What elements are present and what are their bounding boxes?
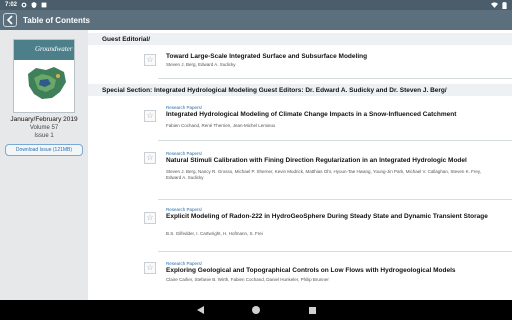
favorite-star-icon[interactable]: ☆ [144,262,156,274]
divider [158,140,512,141]
issue-number: Issue 1 [34,133,54,139]
home-circle-icon[interactable] [250,304,262,316]
article-authors: Steven J. Berg, Nancy R. Grosso, Michael… [166,169,482,180]
article-category-link[interactable]: Research Papers/ [166,261,202,266]
article-item[interactable]: ☆ Toward Large-Scale Integrated Surface … [88,47,512,77]
issue-sidebar: Groundwater January/February 2019 Volume… [0,30,88,300]
issue-volume: Volume 57 [29,125,59,131]
favorite-star-icon[interactable]: ☆ [144,54,156,66]
shield-icon [31,2,37,8]
divider [158,199,512,200]
settings-icon [21,2,27,8]
page-title: Table of Contents [23,15,90,25]
article-item[interactable]: ☆ Research Papers/ Exploring Geological … [88,256,512,296]
divider [158,78,512,79]
wifi-icon [491,2,498,8]
article-item[interactable]: ☆ Research Papers/ Explicit Modeling of … [88,202,512,252]
app-bar: Table of Contents [0,10,512,30]
recents-square-icon[interactable] [306,304,318,316]
issue-date: January/February 2019 [10,116,78,123]
favorite-star-icon[interactable]: ☆ [144,212,156,224]
notification-icon [41,2,47,8]
system-navigation-bar [0,300,512,320]
battery-icon [501,2,507,10]
article-authors: Steven J. Berg, Edward A. Sudicky [166,62,236,67]
status-time: 7:02 [5,2,18,8]
article-authors: B.S. Gilfedder, I. Cartwright, H. Hofman… [166,231,263,236]
article-authors: Fabien Cochand, René Therrien, Jean-Mich… [166,123,276,128]
status-bar: 7:02 [0,0,512,10]
download-issue-button[interactable]: Download Issue (121MB) [5,144,83,156]
journal-cover-image[interactable]: Groundwater [13,39,75,113]
favorite-star-icon[interactable]: ☆ [144,152,156,164]
article-item[interactable]: ☆ Research Papers/ Integrated Hydrologic… [88,100,512,140]
back-triangle-icon[interactable] [194,304,206,316]
article-category-link[interactable]: Research Papers/ [166,151,202,156]
article-item[interactable]: ☆ Research Papers/ Natural Stimuli Calib… [88,146,512,200]
article-category-link[interactable]: Research Papers/ [166,207,202,212]
table-of-contents-list: Guest Editorial/ ☆ Toward Large-Scale In… [88,30,512,300]
article-title[interactable]: Exploring Geological and Topographical C… [166,267,496,275]
article-authors: Claire Carlier, Stefanie B. Wirth, Fabie… [166,277,329,282]
favorite-star-icon[interactable]: ☆ [144,110,156,122]
divider [158,251,512,252]
cover-title: Groundwater [35,45,73,53]
article-title[interactable]: Explicit Modeling of Radon-222 in HydroG… [166,213,496,221]
article-category-link[interactable]: Research Papers/ [166,105,202,110]
article-title[interactable]: Natural Stimuli Calibration with Fining … [166,157,496,165]
section-heading: Special Section: Integrated Hydrological… [88,84,512,96]
cover-map-image [28,67,66,99]
article-title[interactable]: Toward Large-Scale Integrated Surface an… [166,53,496,61]
section-heading: Guest Editorial/ [88,33,512,45]
chevron-left-icon [6,15,13,25]
back-button[interactable] [3,13,17,27]
article-title[interactable]: Integrated Hydrological Modeling of Clim… [166,111,496,119]
